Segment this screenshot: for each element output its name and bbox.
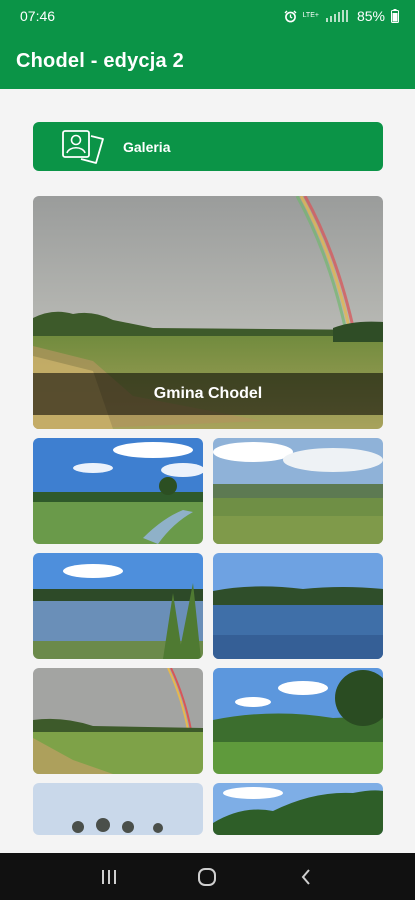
network-label: LTE+: [302, 12, 319, 19]
home-button[interactable]: [187, 862, 227, 892]
hero-photo[interactable]: Gmina Chodel: [33, 196, 383, 429]
grid-photo-lake-reeds[interactable]: [33, 553, 203, 659]
back-icon: [301, 868, 310, 885]
app-title: Chodel - edycja 2: [16, 50, 184, 72]
grid-photo-forest-edge[interactable]: [213, 783, 383, 835]
system-nav-bar: [0, 853, 415, 900]
grid-photo-rainbow-field[interactable]: [33, 668, 203, 774]
status-icons: LTE+ 85%: [284, 8, 399, 24]
grid-photo-green-hills[interactable]: [213, 668, 383, 774]
recents-icon: [102, 869, 117, 884]
grid-photo-blue-lake[interactable]: [213, 553, 383, 659]
grid-photo-trees-sky[interactable]: [33, 783, 203, 835]
status-time: 07:46: [20, 8, 56, 24]
back-button[interactable]: [286, 862, 326, 892]
signal-icon: [325, 10, 348, 22]
grid-photo-meadow-stream[interactable]: [33, 438, 203, 544]
gallery-button[interactable]: Galeria: [33, 122, 383, 171]
status-bar: 07:46 LTE+ 85%: [0, 0, 415, 32]
home-icon: [198, 867, 217, 886]
app-bar: 07:46 LTE+ 85% Chodel - edycja 2: [0, 0, 415, 89]
grid-photo-cloudy-landscape[interactable]: [213, 438, 383, 544]
recents-button[interactable]: [89, 862, 129, 892]
gallery-portrait-icon: [62, 129, 104, 164]
battery-icon: [391, 9, 399, 23]
gallery-button-label: Galeria: [123, 138, 171, 155]
hero-caption: Gmina Chodel: [33, 373, 383, 415]
battery-percent: 85%: [356, 8, 385, 24]
alarm-icon: [284, 10, 297, 22]
